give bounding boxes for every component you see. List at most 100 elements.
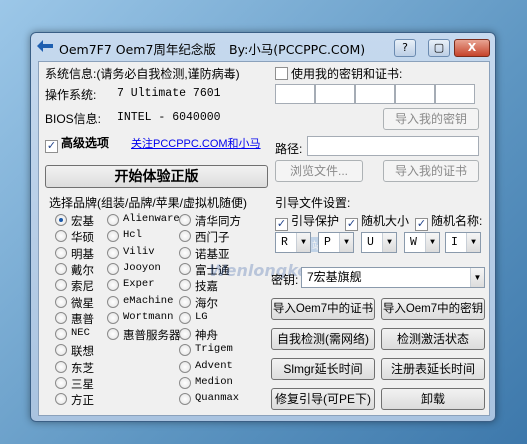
brand-radio[interactable]	[55, 393, 67, 406]
brand-radio[interactable]	[55, 279, 67, 292]
brand-radio[interactable]	[55, 344, 67, 357]
brand-label: 三星	[71, 379, 94, 391]
random-name-label: 随机名称:	[431, 214, 483, 228]
brand-label: 联想	[71, 346, 94, 359]
brand-radio[interactable]	[107, 230, 119, 243]
window-author: By:小马(PCCPPC.COM)	[229, 42, 366, 57]
window-title: Oem7F7 Oem7周年纪念版	[59, 42, 216, 57]
browse-button[interactable]: 浏览文件...	[275, 160, 363, 182]
brand-label: 宏基	[71, 216, 94, 228]
drive-value: W	[410, 236, 417, 249]
brand-radio[interactable]	[55, 377, 67, 389]
brand-radio[interactable]	[179, 377, 191, 389]
drive-select-5[interactable]: I ▼	[445, 232, 481, 253]
brand-label: 神舟	[195, 330, 218, 343]
bios-label: BIOS信息:	[45, 112, 102, 126]
checkbox-checked-icon: ✓	[275, 218, 288, 231]
brand-radio[interactable]	[179, 360, 191, 373]
minimize-button[interactable]: ▢	[428, 39, 450, 57]
brand-label: NEC	[71, 327, 90, 340]
key-segment-4[interactable]	[395, 84, 435, 104]
sysinfo-header: 系统信息:(请务必自我检测,谨防病毒)	[45, 67, 240, 81]
brand-radio[interactable]	[55, 230, 67, 243]
brand-label: 清华同方	[195, 216, 241, 228]
brand-label: 索尼	[71, 281, 94, 294]
brand-radio[interactable]	[55, 246, 67, 259]
brand-label: Exper	[123, 278, 155, 291]
title-bar[interactable]: Oem7F7 Oem7周年纪念版 By:小马(PCCPPC.COM) ? ▢ X	[31, 33, 495, 61]
slmgr-extend-button[interactable]: Slmgr延长时间	[271, 358, 375, 380]
random-size-checkbox[interactable]: ✓ 随机大小	[345, 212, 409, 231]
brand-radio[interactable]	[107, 295, 119, 308]
key-segment-2[interactable]	[315, 84, 355, 104]
chevron-down-icon: ▼	[425, 233, 439, 252]
uninstall-button[interactable]: 卸载	[381, 388, 485, 410]
brand-radio[interactable]	[107, 279, 119, 292]
brand-radio[interactable]	[55, 295, 67, 308]
chevron-down-icon: ▼	[470, 268, 484, 287]
path-input[interactable]	[307, 136, 479, 156]
client-area: 系统信息:(请务必自我检测,谨防病毒) 操作系统: 7 Ultimate 760…	[38, 61, 490, 416]
boot-guard-checkbox[interactable]: ✓ 引导保护	[275, 212, 339, 231]
repair-boot-button[interactable]: 修复引导(可PE下)	[271, 388, 375, 410]
self-check-button[interactable]: 自我检测(需网络)	[271, 328, 375, 350]
brand-label: eMachine	[123, 294, 174, 307]
use-own-key-checkbox[interactable]: 使用我的密钥和证书:	[275, 65, 402, 82]
key-segment-3[interactable]	[355, 84, 395, 104]
brand-radio[interactable]	[107, 246, 119, 259]
import-oem7-cert-button[interactable]: 导入Oem7中的证书	[271, 298, 375, 320]
drive-select-1[interactable]: R ▼	[275, 232, 311, 253]
brand-label: Viliv	[123, 245, 155, 258]
brand-label: Quanmax	[195, 392, 240, 405]
import-cert-button[interactable]: 导入我的证书	[383, 160, 479, 182]
brand-radio[interactable]	[55, 328, 67, 341]
advanced-checkbox[interactable]: ✓ 高级选项	[45, 134, 109, 153]
checkbox-unchecked-icon	[275, 67, 288, 80]
drive-select-3[interactable]: U ▼	[361, 232, 397, 253]
brand-radio[interactable]	[55, 262, 67, 275]
key-select[interactable]: 7宏基旗舰 ▼	[301, 267, 485, 288]
brand-label: Trigem	[195, 343, 233, 356]
drive-select-4[interactable]: W ▼	[404, 232, 440, 253]
close-button[interactable]: X	[454, 39, 490, 57]
chevron-down-icon: ▼	[296, 233, 310, 252]
brand-radio[interactable]	[55, 311, 67, 324]
chevron-down-icon: ▼	[339, 233, 353, 252]
chevron-down-icon: ▼	[466, 233, 480, 252]
key-select-label: 密钥:	[271, 273, 299, 287]
key-segment-5[interactable]	[435, 84, 475, 104]
os-label: 操作系统:	[45, 88, 97, 102]
registry-extend-button[interactable]: 注册表延长时间	[381, 358, 485, 380]
brand-radio[interactable]	[107, 262, 119, 275]
check-activation-button[interactable]: 检测激活状态	[381, 328, 485, 350]
drive-select-2[interactable]: P ▼	[318, 232, 354, 253]
brand-label: 惠普服务器	[123, 330, 181, 343]
brand-radio[interactable]	[179, 344, 191, 357]
app-icon	[37, 40, 53, 52]
brand-label: 戴尔	[71, 264, 94, 277]
brand-label: 方正	[71, 395, 94, 408]
brand-radio[interactable]	[179, 214, 191, 226]
brand-radio[interactable]	[107, 214, 119, 226]
brand-radio[interactable]	[55, 214, 67, 226]
key-segment-1[interactable]	[275, 84, 315, 104]
bios-value: INTEL - 6040000	[117, 111, 221, 124]
follow-link[interactable]: 关注PCCPPC.COM和小马	[131, 135, 261, 151]
advanced-label: 高级选项	[61, 136, 110, 150]
help-button[interactable]: ?	[394, 39, 416, 57]
brand-radio[interactable]	[55, 360, 67, 373]
brand-radio[interactable]	[107, 328, 119, 341]
brand-label: 明基	[71, 248, 94, 261]
drive-value: U	[367, 236, 374, 249]
brand-radio[interactable]	[179, 393, 191, 406]
checkbox-checked-icon: ✓	[415, 218, 428, 231]
boot-guard-label: 引导保护	[291, 214, 340, 228]
brand-radio[interactable]	[179, 311, 191, 324]
brand-label: 惠普	[71, 313, 94, 326]
import-oem7-key-button[interactable]: 导入Oem7中的密钥	[381, 298, 485, 320]
start-button[interactable]: 开始体验正版	[45, 165, 268, 188]
brand-radio[interactable]	[179, 328, 191, 341]
import-key-button[interactable]: 导入我的密钥	[383, 108, 479, 130]
random-name-checkbox[interactable]: ✓ 随机名称:	[415, 212, 482, 231]
brand-radio[interactable]	[107, 311, 119, 324]
